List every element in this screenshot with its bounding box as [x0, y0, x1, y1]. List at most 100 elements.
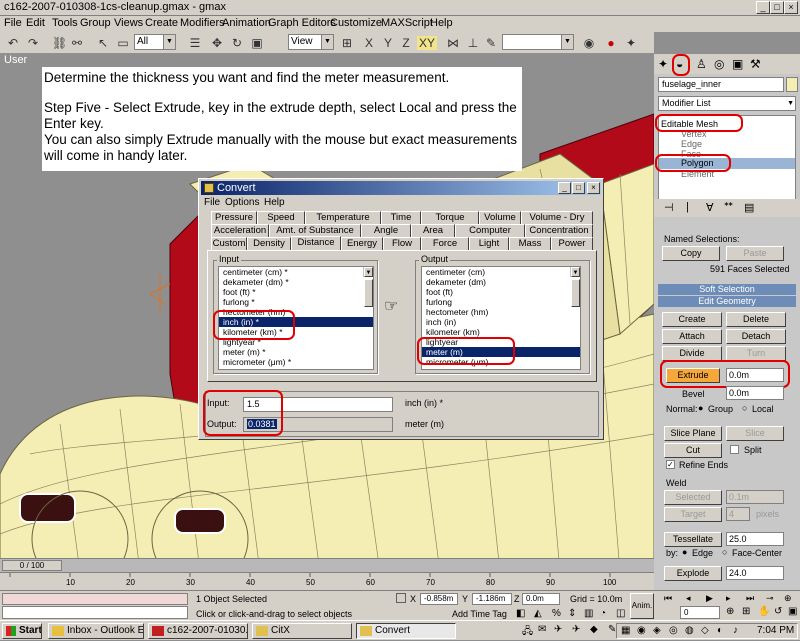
utilities-tab-icon[interactable]: ⚒ [750, 57, 761, 71]
stack-item-edge[interactable]: Edge [681, 139, 702, 149]
face-center-option[interactable]: Face-Center [732, 548, 782, 558]
output-scrollbar[interactable]: ▲▼ [570, 267, 580, 307]
weld-target-spinner[interactable]: 4 [726, 507, 750, 521]
tab-density[interactable]: Density [247, 237, 291, 250]
spinner-snap-icon[interactable]: ⇕ [568, 608, 576, 619]
speaker-icon[interactable]: ♪ [733, 625, 738, 636]
maxscript-listener[interactable] [2, 593, 188, 605]
y-coordinate[interactable]: -1.186m [472, 593, 512, 605]
make-unique-icon[interactable]: ∀ [706, 201, 714, 214]
x-axis-icon[interactable]: X [362, 36, 376, 50]
lock-selection-icon[interactable] [396, 593, 406, 603]
tab-torque[interactable]: Torque [421, 211, 479, 224]
list-item[interactable]: micrometer (μm) * [219, 357, 373, 367]
modifier-list-dropdown[interactable]: Modifier List ▼ [658, 96, 796, 111]
delete-button[interactable]: Delete [726, 312, 786, 327]
z-axis-icon[interactable]: Z [399, 36, 413, 50]
object-name-field[interactable]: fuselage_inner [658, 77, 784, 92]
tab-area[interactable]: Area [411, 224, 455, 237]
track-bar[interactable]: 10 20 30 40 50 60 70 80 90 100 [0, 572, 654, 590]
show-end-result-icon[interactable]: | [686, 201, 689, 213]
scroll-down-icon[interactable]: ▼ [571, 267, 580, 277]
tab-speed[interactable]: Speed [257, 211, 305, 224]
material-editor-icon[interactable]: ◉ [582, 36, 596, 50]
select-by-name-icon[interactable]: ☰ [188, 36, 202, 50]
animate-button[interactable]: Anim. [630, 593, 654, 619]
copy-button[interactable]: Copy [662, 246, 720, 261]
degrade-override-icon[interactable]: ◔ [600, 608, 606, 619]
scale-icon[interactable]: ▣ [250, 36, 264, 50]
z-coordinate[interactable]: 0.0m [522, 593, 560, 605]
display-tab-icon[interactable]: ▣ [732, 57, 743, 71]
menu-group[interactable]: Group [80, 17, 111, 29]
zoom-extents-icon[interactable]: ⊕ [784, 593, 792, 604]
tab-mass[interactable]: Mass [509, 237, 551, 250]
start-button[interactable]: Start [2, 623, 42, 639]
scroll-thumb[interactable] [364, 279, 373, 307]
dialog-minimize-icon[interactable]: _ [558, 182, 571, 194]
quick-render-icon[interactable]: ✦ [624, 36, 638, 50]
minimize-icon[interactable]: _ [756, 1, 770, 14]
slice-button[interactable]: Slice [726, 426, 784, 441]
create-tab-icon[interactable]: ✦ [658, 57, 668, 71]
window-crossing-icon[interactable]: ◫ [616, 608, 625, 619]
menu-edit[interactable]: Edit [26, 17, 45, 29]
modifier-stack[interactable]: Editable Mesh Vertex Edge Face Polygon E… [655, 114, 796, 205]
motion-tab-icon[interactable]: ◎ [714, 57, 724, 71]
tab-light[interactable]: Light [469, 237, 509, 250]
menu-tools[interactable]: Tools [52, 17, 78, 29]
list-item[interactable]: kilometer (km) [422, 327, 580, 337]
tab-custom[interactable]: Custom [211, 237, 247, 250]
tab-temperature[interactable]: Temperature [305, 211, 381, 224]
move-icon[interactable]: ✥ [210, 36, 224, 50]
radio-icon[interactable]: ● [698, 403, 703, 413]
menu-customize[interactable]: Customize [330, 17, 382, 29]
rotate-icon[interactable]: ↻ [230, 36, 244, 50]
zoom-icon[interactable]: ⊕ [726, 606, 734, 617]
scroll-down-icon[interactable]: ▼ [364, 267, 373, 277]
select-icon[interactable]: ↖ [96, 36, 110, 50]
object-color-swatch[interactable] [786, 77, 798, 92]
menu-modifiers[interactable]: Modifiers [180, 17, 225, 29]
soft-selection-rollout[interactable]: Soft Selection [658, 284, 796, 295]
remove-modifier-icon[interactable]: ᕯ [724, 201, 733, 214]
list-item[interactable]: dekameter (dm) * [219, 277, 373, 287]
explode-button[interactable]: Explode [664, 566, 722, 581]
tray-icon[interactable]: ◎ [669, 625, 678, 636]
divide-button[interactable]: Divide [662, 346, 722, 361]
create-button[interactable]: Create [662, 312, 722, 327]
dialog-menu-file[interactable]: File [204, 197, 220, 208]
list-item[interactable]: dekameter (dm) [422, 277, 580, 287]
named-selection-dropdown[interactable]: ▼ [502, 34, 574, 50]
snap-toggle-icon[interactable]: ◧ [516, 608, 525, 619]
weld-threshold-spinner[interactable]: 0.1m [726, 490, 784, 504]
menu-maxscript[interactable]: MAXScript [381, 17, 433, 29]
refine-ends-checkbox[interactable]: ✓ [666, 460, 675, 469]
tab-distance[interactable]: Distance [291, 236, 341, 250]
close-icon[interactable]: × [784, 1, 798, 14]
tab-time[interactable]: Time [381, 211, 421, 224]
go-to-start-icon[interactable]: ⏮ [664, 593, 672, 604]
tray-icon[interactable]: ◉ [637, 625, 646, 636]
tessellate-button[interactable]: Tessellate [664, 532, 722, 547]
key-mode-icon[interactable]: ⊸ [766, 593, 774, 604]
link-icon[interactable]: ⛓ [52, 36, 67, 50]
previous-frame-icon[interactable]: ◂ [686, 593, 691, 604]
radio-icon[interactable]: ○ [722, 547, 727, 557]
selection-filter-dropdown[interactable]: All ▼ [134, 34, 176, 50]
task-convert[interactable]: Convert [356, 623, 456, 639]
render-icon[interactable]: ● [604, 36, 618, 50]
radio-icon[interactable]: ○ [742, 403, 747, 413]
weld-selected-button[interactable]: Selected [664, 490, 722, 505]
mail-icon[interactable]: ✉ [538, 624, 546, 635]
tab-computer[interactable]: Computer [455, 224, 525, 237]
pin-stack-icon[interactable]: ⊣ [664, 201, 674, 214]
detach-button[interactable]: Detach [726, 329, 786, 344]
list-item[interactable]: inch (in) [422, 317, 580, 327]
tab-angle[interactable]: Angle [361, 224, 411, 237]
zoom-all-icon[interactable]: ⊞ [742, 606, 750, 617]
slice-plane-button[interactable]: Slice Plane [664, 426, 722, 441]
scroll-thumb[interactable] [571, 279, 580, 307]
maximize-icon[interactable]: □ [770, 1, 784, 14]
x-coordinate[interactable]: -0.858m [420, 593, 458, 605]
